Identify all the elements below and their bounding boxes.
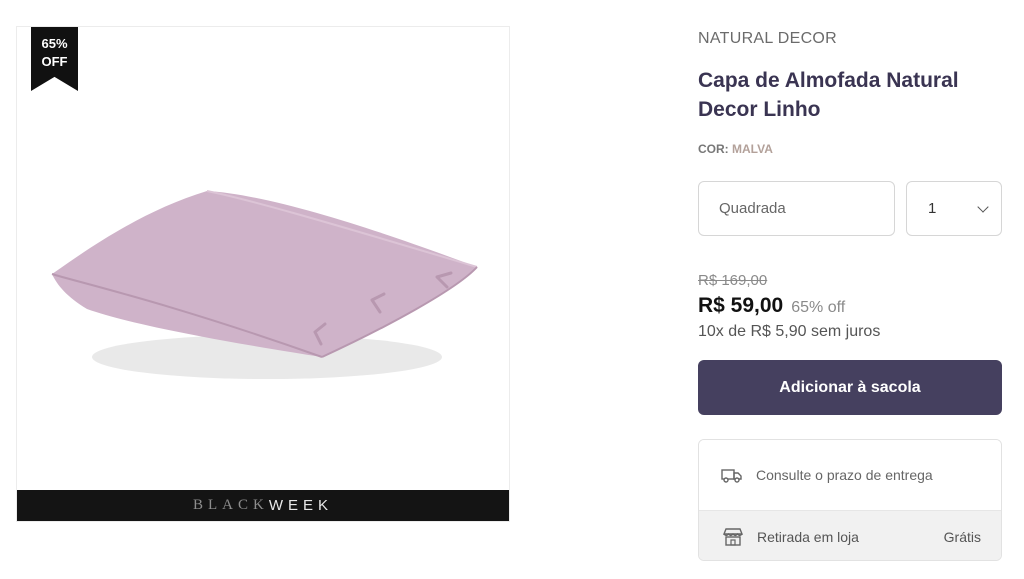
discount-badge-label: OFF (41, 54, 68, 69)
discount-badge-percent: 65% (41, 36, 68, 51)
price-row: R$ 59,00 65% off (698, 294, 845, 318)
delivery-estimate-row[interactable]: Consulte o prazo de entrega (699, 440, 1001, 510)
quantity-select[interactable]: 1 (906, 181, 1002, 236)
store-icon (721, 527, 745, 547)
store-pickup-price: Grátis (943, 528, 981, 545)
product-image-panel[interactable]: 65% OFF BLACK WEEK (16, 26, 510, 522)
banner-word-week: WEEK (268, 497, 334, 514)
color-value: MALVA (732, 142, 773, 156)
banner-word-black: BLACK (192, 497, 269, 513)
pillow-image (51, 190, 478, 379)
black-week-banner: BLACK WEEK (17, 490, 509, 521)
color-label: COR: (698, 142, 729, 156)
chevron-down-icon (977, 200, 989, 213)
color-info: COR: MALVA (698, 142, 773, 156)
size-select-value: Quadrada (719, 200, 786, 217)
store-pickup-row[interactable]: Retirada em loja Grátis (699, 510, 1001, 560)
store-pickup-label: Retirada em loja (757, 528, 859, 545)
delivery-estimate-label: Consulte o prazo de entrega (756, 467, 933, 483)
size-select[interactable]: Quadrada (698, 181, 895, 236)
discount-text: 65% off (791, 299, 846, 316)
add-to-bag-button[interactable]: Adicionar à sacola (698, 360, 1002, 415)
old-price: R$ 169,00 (698, 272, 768, 289)
brand-name[interactable]: NATURAL DECOR (698, 30, 837, 48)
current-price: R$ 59,00 (698, 294, 784, 317)
product-title: Capa de Almofada Natural Decor Linho (698, 69, 959, 121)
quantity-select-value: 1 (928, 200, 937, 217)
shipping-box: Consulte o prazo de entrega Retirada em … (698, 439, 1002, 561)
installments-text: 10x de R$ 5,90 sem juros (698, 323, 881, 340)
truck-icon (720, 465, 744, 485)
